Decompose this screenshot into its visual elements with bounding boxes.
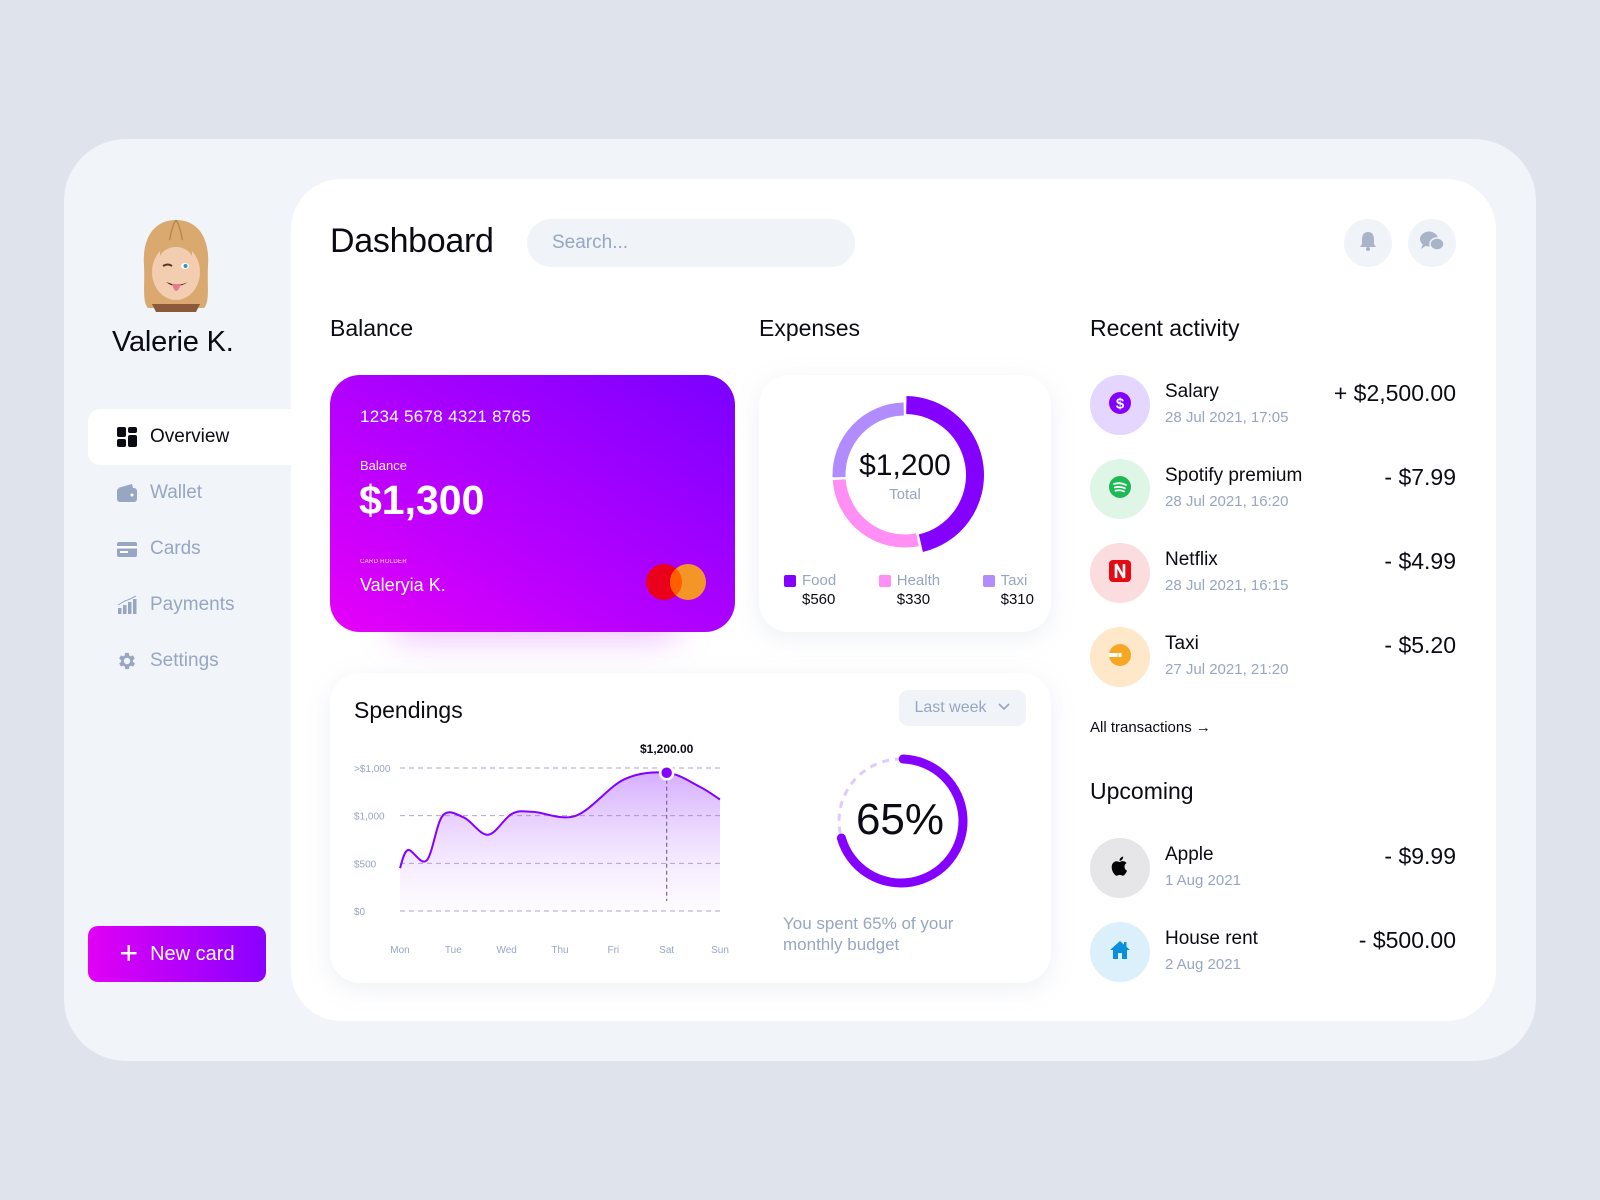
item-name: Taxi xyxy=(1165,633,1199,654)
dollar-icon-badge: $ xyxy=(1090,375,1150,435)
activity-section-title: Recent activity xyxy=(1090,315,1240,341)
messages-button[interactable] xyxy=(1408,219,1456,267)
page-title: Dashboard xyxy=(330,222,494,260)
item-name: Salary xyxy=(1165,381,1219,402)
legend-label: Taxi xyxy=(1000,572,1028,589)
sidebar-item-settings[interactable]: Settings xyxy=(88,633,291,689)
taxi-icon xyxy=(1108,643,1132,672)
sidebar-item-label: Payments xyxy=(150,594,235,615)
expenses-section-title: Expenses xyxy=(759,315,861,341)
dollar-icon: $ xyxy=(1108,391,1132,420)
card-balance-value: $1,300 xyxy=(359,477,485,523)
item-amount: - $5.20 xyxy=(1384,632,1456,658)
sidebar-nav: Overview Wallet Cards Payments Settings xyxy=(88,409,291,689)
grid-icon xyxy=(116,426,138,448)
plus-icon: + xyxy=(119,934,139,971)
legend-value: $310 xyxy=(1000,591,1034,608)
house-icon-badge xyxy=(1090,922,1150,982)
wallet-icon xyxy=(116,482,138,504)
sidebar-item-label: Settings xyxy=(150,650,219,671)
balance-section-title: Balance xyxy=(330,315,414,341)
legend-swatch xyxy=(878,574,891,587)
item-amount: - $4.99 xyxy=(1384,548,1456,574)
new-card-label: New card xyxy=(150,942,235,965)
legend-item-health: Health $330 xyxy=(878,571,941,609)
legend-label: Food xyxy=(802,572,837,589)
upcoming-list: Apple 1 Aug 2021 - $9.99 House rent 2 Au… xyxy=(1090,838,1456,1006)
list-item[interactable]: Netflix 28 Jul 2021, 16:15 - $4.99 xyxy=(1090,543,1456,627)
netflix-icon xyxy=(1108,559,1132,588)
item-amount: - $7.99 xyxy=(1384,464,1456,490)
sidebar-item-overview[interactable]: Overview xyxy=(88,409,291,465)
search-input[interactable] xyxy=(527,219,855,267)
apple-icon xyxy=(1108,854,1132,883)
sidebar-item-label: Cards xyxy=(150,538,201,559)
expenses-legend: Food $560 Health $330 Taxi $310 xyxy=(784,571,1034,609)
item-amount: - $500.00 xyxy=(1358,927,1456,953)
gear-icon xyxy=(116,650,138,672)
legend-item-food: Food $560 xyxy=(784,571,836,609)
netflix-icon-badge xyxy=(1090,543,1150,603)
notifications-button[interactable] xyxy=(1344,219,1392,267)
chat-icon xyxy=(1418,229,1446,258)
sidebar-item-cards[interactable]: Cards xyxy=(88,521,291,577)
list-item[interactable]: Taxi 27 Jul 2021, 21:20 - $5.20 xyxy=(1090,627,1456,711)
item-name: Spotify premium xyxy=(1165,465,1303,486)
legend-swatch xyxy=(784,574,796,587)
taxi-icon-badge xyxy=(1090,627,1150,687)
card-holder-label: CARD HOLDER xyxy=(360,559,407,565)
sidebar-item-wallet[interactable]: Wallet xyxy=(88,465,291,521)
budget-text: You spent 65% of your monthly budget xyxy=(783,914,954,954)
list-item[interactable]: House rent 2 Aug 2021 - $500.00 xyxy=(1090,922,1456,1006)
legend-swatch xyxy=(982,574,995,587)
apple-icon-badge xyxy=(1090,838,1150,898)
spendings-card: Spendings Last week $0 $500 $1,000 >$1,000 M… xyxy=(330,673,1051,983)
expenses-total-label: Total xyxy=(889,486,921,503)
list-item[interactable]: $ Salary 28 Jul 2021, 17:05 + $2,500.00 xyxy=(1090,375,1456,459)
sidebar-item-payments[interactable]: Payments xyxy=(88,577,291,633)
expenses-card: $1,200 Total Food $560 Health $330 Taxi … xyxy=(759,375,1051,632)
credit-card[interactable]: 1234 5678 4321 8765 Balance $1,300 CARD … xyxy=(330,375,735,632)
legend-value: $330 xyxy=(896,591,931,608)
spotify-icon xyxy=(1108,475,1132,504)
list-item[interactable]: Apple 1 Aug 2021 - $9.99 xyxy=(1090,838,1456,922)
item-date: 28 Jul 2021, 17:05 xyxy=(1165,409,1289,426)
user-name: Valerie K. xyxy=(112,326,234,358)
bar-chart-icon xyxy=(116,594,138,616)
sidebar-item-label: Wallet xyxy=(150,482,203,503)
sidebar-item-label: Overview xyxy=(150,426,230,447)
item-date: 28 Jul 2021, 16:20 xyxy=(1165,493,1289,510)
item-name: Netflix xyxy=(1165,549,1218,570)
item-date: 2 Aug 2021 xyxy=(1165,956,1241,973)
card-holder-name: Valeryia K. xyxy=(360,575,446,595)
bell-icon xyxy=(1357,230,1379,257)
legend-item-taxi: Taxi $310 xyxy=(982,571,1034,609)
item-date: 28 Jul 2021, 16:15 xyxy=(1165,577,1289,594)
item-amount: + $2,500.00 xyxy=(1333,380,1456,406)
item-name: Apple xyxy=(1165,844,1214,865)
expenses-total: $1,200 xyxy=(859,449,951,482)
card-icon xyxy=(116,538,138,560)
mastercard-logo-icon xyxy=(646,564,706,600)
all-transactions-link[interactable]: All transactions → xyxy=(1090,719,1211,736)
card-balance-label: Balance xyxy=(360,458,407,473)
new-card-button[interactable]: + New card xyxy=(88,926,266,982)
house-icon xyxy=(1108,938,1132,967)
legend-label: Health xyxy=(896,572,941,589)
item-name: House rent xyxy=(1165,928,1258,949)
list-item[interactable]: Spotify premium 28 Jul 2021, 16:20 - $7.… xyxy=(1090,459,1456,543)
activity-list: $ Salary 28 Jul 2021, 17:05 + $2,500.00 … xyxy=(1090,375,1456,711)
spotify-icon-badge xyxy=(1090,459,1150,519)
item-amount: - $9.99 xyxy=(1384,843,1456,869)
legend-value: $560 xyxy=(802,591,836,608)
card-number: 1234 5678 4321 8765 xyxy=(360,407,532,426)
item-date: 1 Aug 2021 xyxy=(1165,872,1241,889)
avatar xyxy=(136,216,216,316)
upcoming-section-title: Upcoming xyxy=(1090,778,1194,804)
item-date: 27 Jul 2021, 21:20 xyxy=(1165,661,1289,678)
budget-percent: 65% xyxy=(855,795,945,844)
svg-text:$: $ xyxy=(1116,395,1125,412)
